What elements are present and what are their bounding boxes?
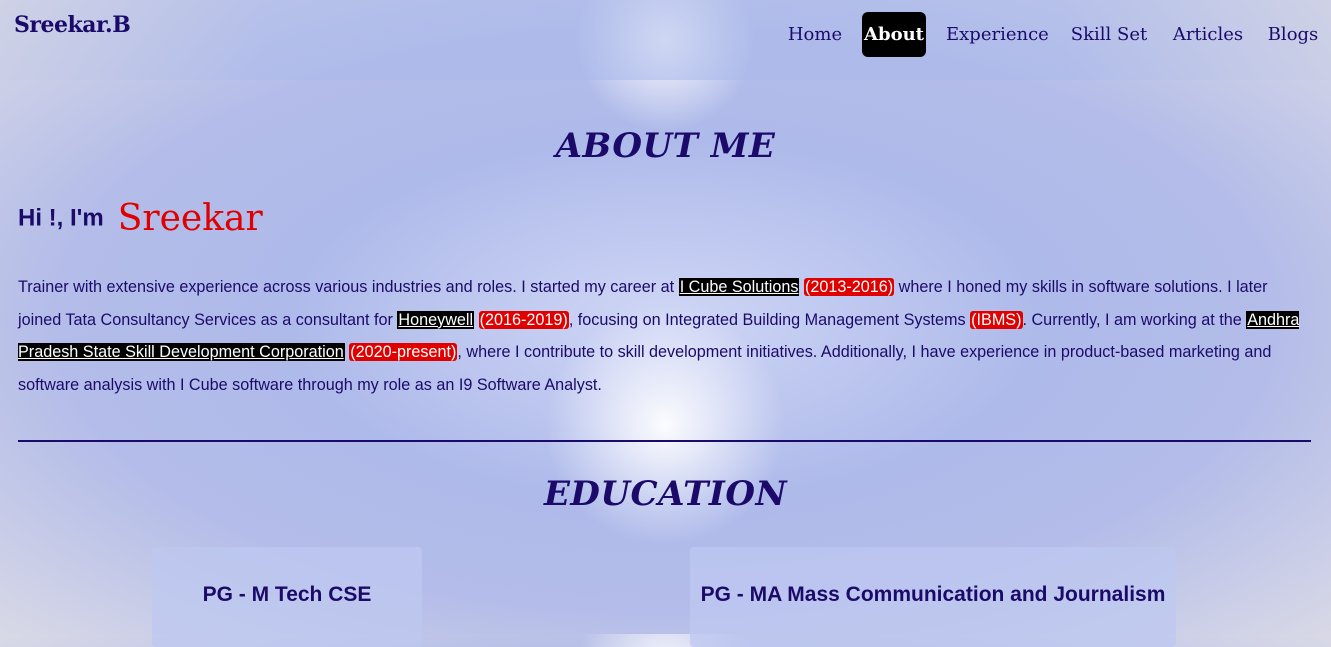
education-title: EDUCATION	[543, 474, 788, 514]
greeting-prefix: Hi !, I'm	[18, 204, 104, 232]
about-text-4: . Currently, I am working at the	[1022, 310, 1247, 329]
main-nav: Home About Experience Skill Set Articles…	[0, 12, 1331, 57]
greeting: Hi !, I'm Sreekar	[18, 198, 263, 239]
about-text-1: Trainer with extensive experience across…	[18, 278, 679, 296]
section-divider	[18, 440, 1311, 442]
years-badge-honeywell: (2016-2019)	[478, 310, 569, 329]
company-link-icube[interactable]: I Cube Solutions	[678, 278, 800, 296]
nav-home[interactable]: Home	[786, 12, 844, 57]
about-text-3: , focusing on Integrated Building Manage…	[568, 310, 971, 329]
greeting-name: Sreekar	[117, 198, 263, 239]
nav-about[interactable]: About	[862, 12, 926, 57]
nav-blogs[interactable]: Blogs	[1266, 12, 1320, 57]
education-degree: PG - MA Mass Communication and Journalis…	[700, 583, 1166, 606]
nav-experience[interactable]: Experience	[946, 12, 1049, 57]
about-title: ABOUT ME	[555, 126, 776, 166]
site-header: Sreekar.B Home About Experience Skill Se…	[0, 0, 1331, 80]
about-paragraph: Trainer with extensive experience across…	[18, 271, 1314, 401]
education-card: PG - MA Mass Communication and Journalis…	[690, 547, 1176, 647]
nav-articles[interactable]: Articles	[1170, 12, 1246, 57]
education-card: PG - M Tech CSE	[152, 547, 422, 647]
company-link-honeywell[interactable]: Honeywell	[397, 310, 475, 329]
ibms-badge: (IBMS)	[970, 310, 1023, 329]
years-badge-apssdc: (2020-present)	[349, 343, 458, 361]
years-badge-icube: (2013-2016)	[803, 278, 895, 296]
nav-skill-set[interactable]: Skill Set	[1068, 12, 1150, 57]
education-degree: PG - M Tech CSE	[202, 583, 372, 606]
